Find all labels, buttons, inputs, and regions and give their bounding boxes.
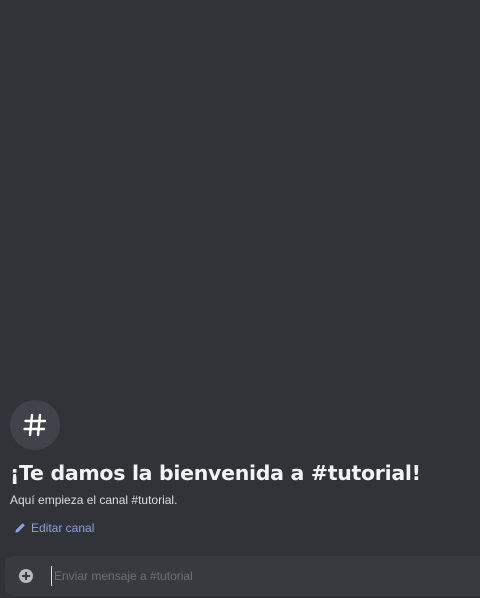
welcome-title: ¡Te damos la bienvenida a #tutorial! (10, 461, 421, 485)
message-composer (5, 556, 480, 596)
pencil-icon (14, 522, 26, 534)
plus-circle-icon[interactable] (18, 568, 34, 584)
channel-view: ¡Te damos la bienvenida a #tutorial! Aqu… (0, 0, 480, 598)
message-input[interactable] (51, 566, 480, 586)
hash-icon (23, 413, 47, 437)
welcome-subtitle: Aquí empieza el canal #tutorial. (10, 493, 178, 507)
channel-welcome: ¡Te damos la bienvenida a #tutorial! Aqu… (10, 400, 476, 538)
edit-channel-label: Editar canal (31, 521, 95, 535)
channel-icon (10, 400, 60, 450)
edit-channel-button[interactable]: Editar canal (14, 518, 476, 538)
